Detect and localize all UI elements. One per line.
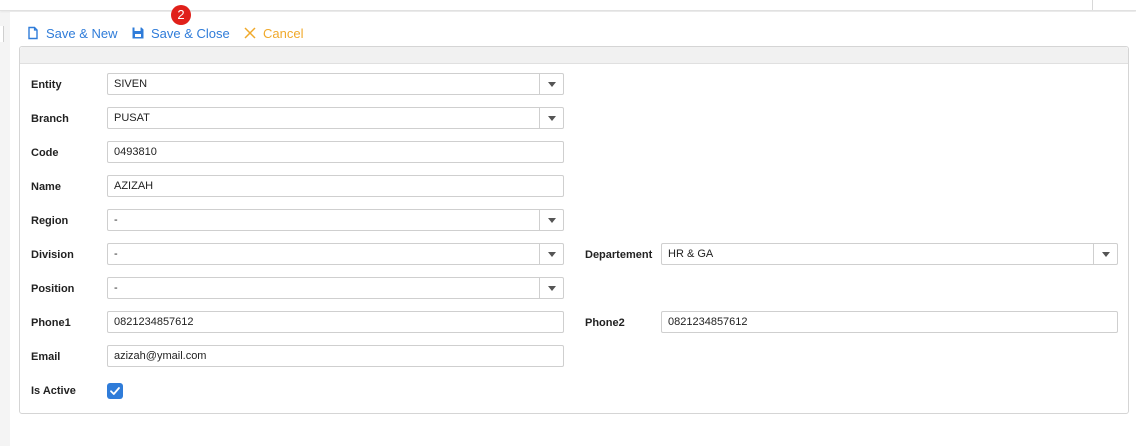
entity-select[interactable]: SIVEN — [107, 73, 564, 95]
position-select[interactable]: - — [107, 277, 564, 299]
branch-label: Branch — [31, 113, 69, 125]
branch-dropdown-button[interactable] — [539, 108, 563, 128]
caret-down-icon — [1101, 251, 1110, 257]
branch-value: PUSAT — [114, 112, 150, 124]
division-label: Division — [31, 249, 74, 261]
phone2-label: Phone2 — [585, 317, 625, 329]
departement-label: Departement — [585, 249, 653, 261]
code-value: 0493810 — [114, 146, 157, 158]
email-value: azizah@ymail.com — [114, 350, 207, 362]
caret-down-icon — [547, 81, 556, 87]
caret-down-icon — [547, 251, 556, 257]
region-label: Region — [31, 215, 69, 227]
caret-down-icon — [547, 285, 556, 291]
phone2-value: 0821234857612 — [668, 316, 748, 328]
departement-select[interactable]: HR & GA — [661, 243, 1118, 265]
region-select[interactable]: - — [107, 209, 564, 231]
save-and-new-label: Save & New — [46, 25, 118, 41]
save-and-close-button[interactable]: Save & Close — [131, 24, 230, 42]
caret-down-icon — [547, 115, 556, 121]
division-value: - — [114, 248, 118, 260]
region-value: - — [114, 214, 118, 226]
notification-badge: 2 — [171, 5, 191, 25]
departement-dropdown-button[interactable] — [1093, 244, 1117, 264]
x-icon — [244, 27, 256, 39]
cancel-button[interactable]: Cancel — [243, 24, 303, 42]
phone1-value: 0821234857612 — [114, 316, 194, 328]
form-header — [20, 47, 1128, 64]
entity-value: SIVEN — [114, 78, 148, 90]
branch-select[interactable]: PUSAT — [107, 107, 564, 129]
departement-value: HR & GA — [668, 248, 714, 260]
phone2-input[interactable]: 0821234857612 — [661, 311, 1118, 333]
entity-label: Entity — [31, 79, 62, 91]
position-value: - — [114, 282, 118, 294]
code-input[interactable]: 0493810 — [107, 141, 564, 163]
email-label: Email — [31, 351, 61, 363]
cancel-label: Cancel — [263, 25, 304, 41]
left-gutter-handle — [0, 26, 4, 42]
division-select[interactable]: - — [107, 243, 564, 265]
division-dropdown-button[interactable] — [539, 244, 563, 264]
region-dropdown-button[interactable] — [539, 210, 563, 230]
name-input[interactable]: AZIZAH — [107, 175, 564, 197]
save-and-close-label: Save & Close — [151, 25, 230, 41]
name-value: AZIZAH — [114, 180, 154, 192]
position-label: Position — [31, 283, 75, 295]
phone1-label: Phone1 — [31, 317, 71, 329]
new-document-icon — [28, 26, 38, 40]
checkmark-icon — [110, 387, 120, 395]
name-label: Name — [31, 181, 61, 193]
entity-dropdown-button[interactable] — [539, 74, 563, 94]
is-active-checkbox[interactable] — [107, 383, 123, 399]
floppy-disk-icon — [132, 27, 144, 39]
phone1-input[interactable]: 0821234857612 — [107, 311, 564, 333]
top-bar — [0, 0, 1136, 11]
save-and-new-button[interactable]: Save & New — [26, 24, 118, 42]
caret-down-icon — [547, 217, 556, 223]
email-input[interactable]: azizah@ymail.com — [107, 345, 564, 367]
is-active-label: Is Active — [31, 385, 76, 397]
position-dropdown-button[interactable] — [539, 278, 563, 298]
code-label: Code — [31, 147, 59, 159]
top-bar-divider — [1092, 0, 1093, 10]
